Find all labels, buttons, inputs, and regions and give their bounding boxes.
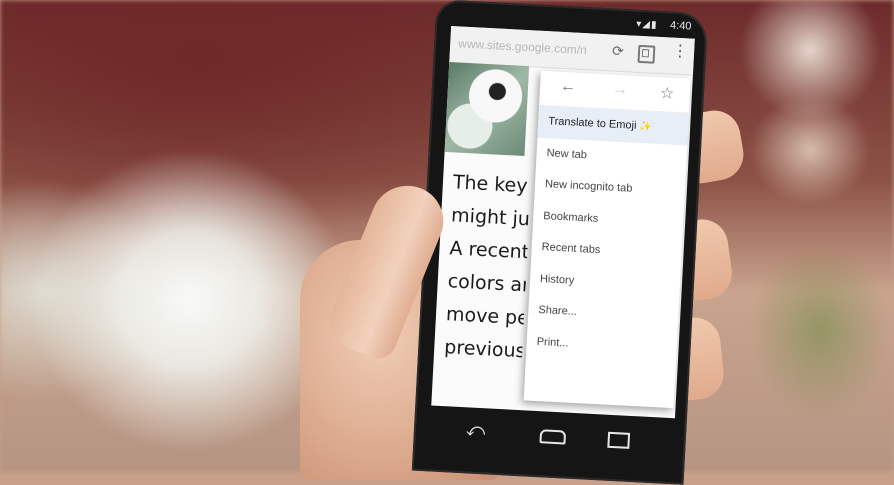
url-text[interactable]: www.sites.google.com/n xyxy=(458,36,609,58)
bookmark-star-icon[interactable]: ☆ xyxy=(659,83,674,104)
forward-arrow-icon[interactable]: → xyxy=(612,81,629,100)
article-line: A recent xyxy=(448,237,529,264)
flower-photo xyxy=(444,61,530,157)
article-line: colors an xyxy=(447,270,527,297)
sparkle-icon: ✨ xyxy=(639,121,653,133)
article-line: previous xyxy=(443,336,524,363)
browser-screen: www.sites.google.com/n ⟳ ⋮ The key might… xyxy=(431,26,695,419)
back-arrow-icon[interactable]: ← xyxy=(560,78,577,97)
status-time: 4:40 xyxy=(669,19,692,33)
tabs-icon[interactable] xyxy=(637,44,656,64)
system-nav-bar: ⤺ xyxy=(429,409,675,466)
menu-item-label: Translate to Emoji xyxy=(547,115,637,132)
article-line: might jus xyxy=(450,204,530,231)
browser-overflow-menu: ← → ☆ Translate to Emoji ✨ New tab New i… xyxy=(523,70,691,409)
overflow-menu-icon[interactable]: ⋮ xyxy=(672,43,689,61)
signal-battery-icons: ▾◢▮ xyxy=(635,18,658,31)
system-back-icon[interactable]: ⤺ xyxy=(465,419,486,441)
reload-icon[interactable]: ⟳ xyxy=(612,42,625,60)
article-line: The key xyxy=(452,171,529,198)
system-home-icon[interactable] xyxy=(539,429,567,445)
menu-item-print[interactable]: Print... xyxy=(526,326,677,365)
article-line: move pe xyxy=(445,303,525,330)
system-recents-icon[interactable] xyxy=(607,431,631,449)
smartphone: ▾◢▮ 4:40 www.sites.google.com/n ⟳ ⋮ The … xyxy=(411,0,709,485)
